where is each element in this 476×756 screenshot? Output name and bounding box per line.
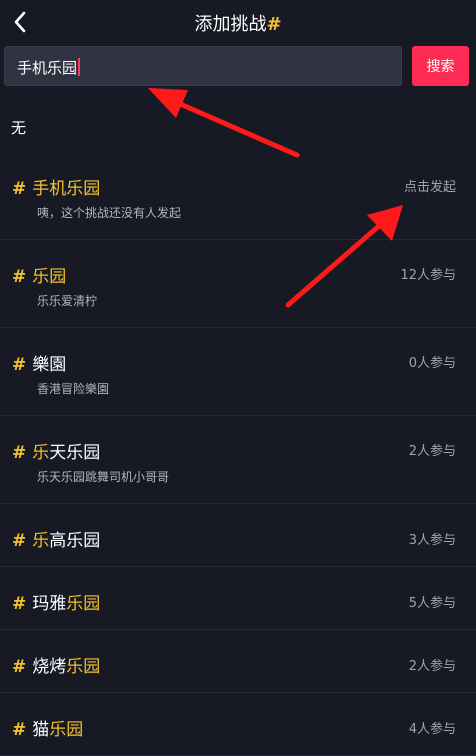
- participant-count: 12人参与: [400, 268, 456, 283]
- challenge-name: # 烧烤乐园: [12, 657, 101, 677]
- challenge-row[interactable]: # 猫乐园 4人参与: [0, 693, 476, 756]
- participant-count: 3人参与: [408, 533, 456, 548]
- challenge-name: # 乐园: [12, 267, 67, 287]
- challenge-row[interactable]: # 烧烤乐园 2人参与: [0, 630, 476, 693]
- participant-count: 2人参与: [408, 444, 456, 459]
- page-title-text: 添加挑战: [194, 14, 267, 35]
- challenge-name: # 乐高乐园: [12, 531, 101, 551]
- challenge-result-list: # 手机乐园 咦，这个挑战还没有人发起 点击发起 # 乐园 乐乐爱清柠 12人参与 …: [0, 152, 476, 756]
- participant-count: 4人参与: [408, 722, 456, 737]
- hashtag-icon: #: [12, 657, 27, 677]
- search-input-value: 手机乐园: [17, 57, 81, 78]
- page-title: 添加挑战#: [0, 10, 476, 36]
- challenge-row[interactable]: # 乐高乐园 3人参与: [0, 504, 476, 567]
- annotation-arrow-search: [148, 88, 300, 158]
- challenge-row[interactable]: # 手机乐园 咦，这个挑战还没有人发起 点击发起: [0, 152, 476, 240]
- challenge-description: 乐天乐园跳舞司机小哥哥: [37, 470, 170, 484]
- text-caret: [78, 58, 81, 76]
- hashtag-icon: #: [12, 531, 27, 551]
- challenge-name: # 玛雅乐园: [12, 594, 101, 614]
- hashtag-icon: #: [12, 179, 27, 199]
- hashtag-icon: #: [12, 594, 27, 614]
- challenge-name: # 猫乐园: [12, 720, 84, 740]
- hashtag-icon: #: [12, 720, 27, 740]
- search-button[interactable]: 搜索: [412, 46, 469, 86]
- hashtag-icon: #: [12, 355, 27, 375]
- search-row: 手机乐园 搜索: [0, 44, 476, 88]
- challenge-row[interactable]: # 乐天乐园 乐天乐园跳舞司机小哥哥 2人参与: [0, 416, 476, 504]
- search-input[interactable]: 手机乐园: [4, 46, 402, 86]
- challenge-description: 香港冒险樂園: [37, 382, 110, 396]
- challenge-row[interactable]: # 樂園 香港冒险樂園 0人参与: [0, 328, 476, 416]
- challenge-name: # 手机乐园: [12, 179, 101, 199]
- challenge-row[interactable]: # 玛雅乐园 5人参与: [0, 567, 476, 630]
- header-bar: 添加挑战#: [0, 0, 476, 44]
- challenge-row[interactable]: # 乐园 乐乐爱清柠 12人参与: [0, 240, 476, 328]
- participant-count: 5人参与: [408, 596, 456, 611]
- participant-count: 2人参与: [408, 659, 456, 674]
- challenge-description: 乐乐爱清柠: [37, 294, 98, 308]
- participant-count: 0人参与: [408, 356, 456, 371]
- challenge-name: # 樂園: [12, 355, 67, 375]
- no-result-label: 无: [11, 119, 27, 137]
- hashtag-icon: #: [266, 14, 282, 35]
- create-challenge-link[interactable]: 点击发起: [404, 176, 456, 195]
- challenge-description: 咦，这个挑战还没有人发起: [37, 206, 182, 220]
- challenge-name: # 乐天乐园: [12, 443, 101, 463]
- hashtag-icon: #: [12, 267, 27, 287]
- hashtag-icon: #: [12, 443, 27, 463]
